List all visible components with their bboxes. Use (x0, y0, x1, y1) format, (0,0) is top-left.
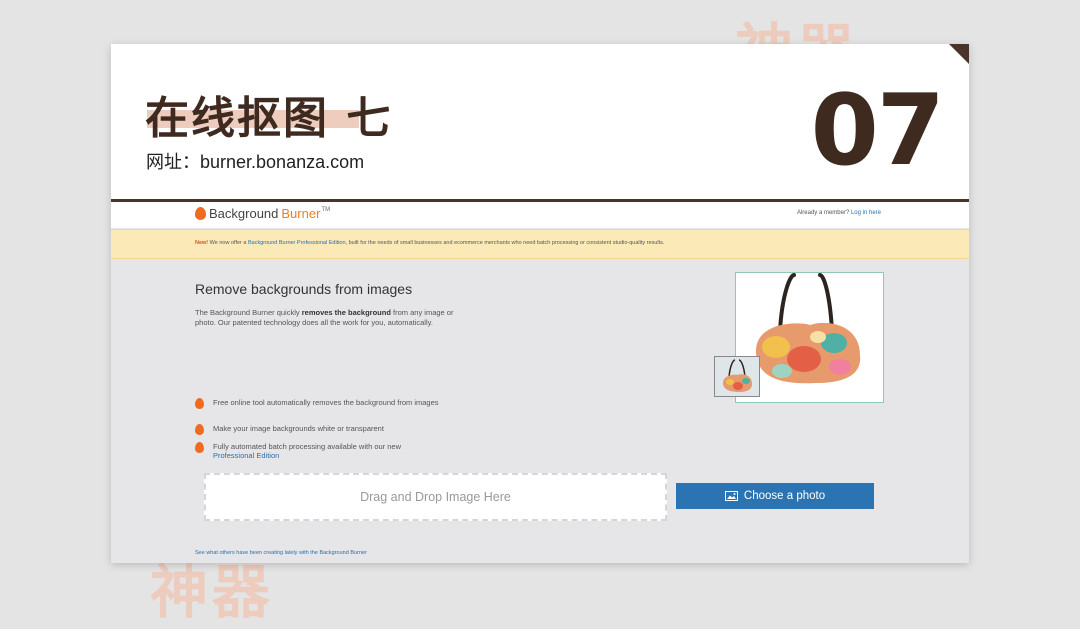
slide-title: 在线抠图 七 (145, 93, 393, 144)
feature-text-3-wrap: Fully automated batch processing availab… (213, 442, 401, 460)
member-prompt: Already a member? Log in here (797, 210, 881, 216)
website-screenshot: Background Burner TM Already a member? L… (111, 202, 969, 563)
slide-url: 网址：burner.bonanza.com (146, 152, 365, 172)
banner-text-2: , built for the needs of small businesse… (345, 240, 665, 246)
choose-photo-button[interactable]: Choose a photo (676, 483, 874, 509)
flame-bullet-icon (195, 442, 204, 453)
photo-icon (724, 491, 738, 501)
description: The Background Burner quickly removes th… (195, 308, 455, 328)
member-prompt-text: Already a member? (796, 210, 850, 216)
slide-card: 在线抠图 七 网址：burner.bonanza.com 07 Backgrou… (111, 44, 969, 563)
feature-item-3: Fully automated batch processing availab… (195, 442, 445, 460)
logo-text-background: Background (209, 206, 279, 221)
professional-edition-link[interactable]: Professional Edition (213, 451, 401, 460)
site-header: Background Burner TM Already a member? L… (111, 202, 969, 228)
handbag-thumbnail-icon (723, 359, 752, 392)
drag-drop-label: Drag and Drop Image Here (360, 490, 511, 504)
logo-trademark: TM (321, 206, 331, 213)
feature-item-1: Free online tool automatically removes t… (195, 398, 445, 409)
site-logo[interactable]: Background Burner TM (195, 206, 330, 221)
slide-number: 07 (810, 74, 945, 188)
feature-text-2: Make your image backgrounds white or tra… (213, 424, 384, 433)
banner-text: New! We now offer a Background Burner Pr… (195, 240, 664, 246)
see-others-link[interactable]: See what others have been creating latel… (195, 550, 367, 556)
banner-new-label: New! (195, 240, 209, 246)
feature-text-3: Fully automated batch processing availab… (213, 442, 402, 451)
login-link[interactable]: Log in here (851, 210, 881, 216)
desc-part-1: The Background Burner quickly (195, 308, 302, 317)
banner-text-1: We now offer a (208, 240, 248, 246)
flame-icon (195, 207, 206, 220)
flame-bullet-icon (195, 424, 204, 435)
feature-text-1: Free online tool automatically removes t… (213, 398, 439, 407)
flame-bullet-icon (195, 398, 204, 409)
original-thumbnail (714, 356, 760, 397)
logo-text-burner: Burner (281, 206, 321, 221)
drag-drop-zone[interactable]: Drag and Drop Image Here (204, 473, 667, 521)
feature-item-2: Make your image backgrounds white or tra… (195, 424, 445, 435)
promo-banner: New! We now offer a Background Burner Pr… (111, 229, 969, 259)
desc-bold: removes the background (301, 308, 391, 317)
corner-decoration (949, 44, 969, 64)
choose-photo-label: Choose a photo (743, 490, 826, 502)
main-heading: Remove backgrounds from images (195, 281, 413, 297)
banner-professional-link[interactable]: Background Burner Professional Edition (248, 240, 346, 246)
slide-title-group: 在线抠图 七 (145, 82, 392, 146)
